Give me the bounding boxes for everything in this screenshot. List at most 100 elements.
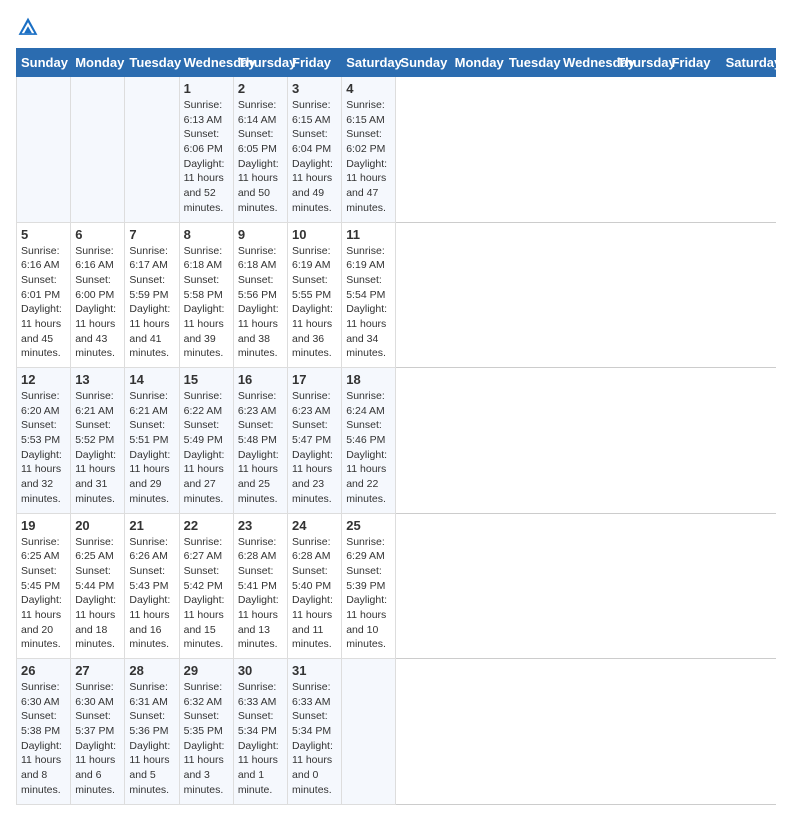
day-info-line: Daylight: 11 hours [238, 302, 283, 331]
day-info-line: and 11 minutes. [292, 623, 337, 652]
day-info-line: Sunset: 5:45 PM [21, 564, 66, 593]
day-info-line: Sunset: 5:35 PM [184, 709, 229, 738]
day-info-line: Sunrise: 6:19 AM [346, 244, 391, 273]
calendar-cell: 21Sunrise: 6:26 AMSunset: 5:43 PMDayligh… [125, 513, 179, 659]
logo [16, 16, 39, 36]
day-info-line: Sunset: 5:44 PM [75, 564, 120, 593]
calendar-cell: 2Sunrise: 6:14 AMSunset: 6:05 PMDaylight… [233, 77, 287, 223]
day-info-line: Sunset: 6:01 PM [21, 273, 66, 302]
page-header [16, 16, 776, 36]
day-info-line: Sunrise: 6:16 AM [21, 244, 66, 273]
day-info-line: and 38 minutes. [238, 332, 283, 361]
calendar-cell: 9Sunrise: 6:18 AMSunset: 5:56 PMDaylight… [233, 222, 287, 368]
day-info-line: and 36 minutes. [292, 332, 337, 361]
day-info-line: and 15 minutes. [184, 623, 229, 652]
day-info-line: and 3 minutes. [184, 768, 229, 797]
header-thursday: Thursday [233, 49, 287, 77]
calendar-cell: 13Sunrise: 6:21 AMSunset: 5:52 PMDayligh… [71, 368, 125, 514]
calendar-cell: 19Sunrise: 6:25 AMSunset: 5:45 PMDayligh… [17, 513, 71, 659]
day-info-line: Sunset: 5:36 PM [129, 709, 174, 738]
calendar-week-row: 5Sunrise: 6:16 AMSunset: 6:01 PMDaylight… [17, 222, 776, 368]
header-sunday: Sunday [17, 49, 71, 77]
calendar-cell: 11Sunrise: 6:19 AMSunset: 5:54 PMDayligh… [342, 222, 396, 368]
calendar-cell: 7Sunrise: 6:17 AMSunset: 5:59 PMDaylight… [125, 222, 179, 368]
calendar-cell: 1Sunrise: 6:13 AMSunset: 6:06 PMDaylight… [179, 77, 233, 223]
day-info-line: Daylight: 11 hours [346, 448, 391, 477]
day-info-line: and 1 minute. [238, 768, 283, 797]
calendar-cell: 25Sunrise: 6:29 AMSunset: 5:39 PMDayligh… [342, 513, 396, 659]
day-info-line: Sunrise: 6:26 AM [129, 535, 174, 564]
day-info-line: Sunrise: 6:25 AM [75, 535, 120, 564]
day-info-line: and 47 minutes. [346, 186, 391, 215]
day-info-line: Daylight: 11 hours [292, 593, 337, 622]
day-info-line: Daylight: 11 hours [292, 739, 337, 768]
day-number: 4 [346, 81, 391, 96]
day-info-line: Sunrise: 6:30 AM [21, 680, 66, 709]
day-info-line: Sunrise: 6:28 AM [292, 535, 337, 564]
day-number: 7 [129, 227, 174, 242]
day-info-line: Sunset: 5:55 PM [292, 273, 337, 302]
day-info-line: Sunrise: 6:13 AM [184, 98, 229, 127]
day-number: 16 [238, 372, 283, 387]
day-number: 9 [238, 227, 283, 242]
day-info-line: Sunrise: 6:16 AM [75, 244, 120, 273]
day-info-line: Daylight: 11 hours [238, 593, 283, 622]
day-number: 5 [21, 227, 66, 242]
day-info-line: Daylight: 11 hours [129, 593, 174, 622]
day-info-line: Daylight: 11 hours [75, 593, 120, 622]
day-info-line: Sunset: 5:34 PM [238, 709, 283, 738]
day-info-line: Daylight: 11 hours [21, 593, 66, 622]
header-tuesday: Tuesday [125, 49, 179, 77]
day-info-line: Sunrise: 6:30 AM [75, 680, 120, 709]
day-info-line: Sunrise: 6:19 AM [292, 244, 337, 273]
day-info-line: Daylight: 11 hours [184, 157, 229, 186]
day-info-line: Sunset: 5:51 PM [129, 418, 174, 447]
day-info-line: Daylight: 11 hours [292, 448, 337, 477]
day-info-line: Sunrise: 6:23 AM [238, 389, 283, 418]
day-info-line: Daylight: 11 hours [21, 448, 66, 477]
day-info-line: Sunset: 5:48 PM [238, 418, 283, 447]
calendar-week-row: 19Sunrise: 6:25 AMSunset: 5:45 PMDayligh… [17, 513, 776, 659]
day-info-line: Sunset: 6:02 PM [346, 127, 391, 156]
day-info-line: and 13 minutes. [238, 623, 283, 652]
calendar-cell: 26Sunrise: 6:30 AMSunset: 5:38 PMDayligh… [17, 659, 71, 805]
day-info-line: Daylight: 11 hours [292, 157, 337, 186]
day-info-line: Daylight: 11 hours [184, 448, 229, 477]
day-info-line: and 45 minutes. [21, 332, 66, 361]
day-info-line: Daylight: 11 hours [238, 157, 283, 186]
day-info-line: Sunset: 5:59 PM [129, 273, 174, 302]
day-info-line: and 43 minutes. [75, 332, 120, 361]
header-col-tuesday: Tuesday [504, 49, 558, 77]
day-number: 18 [346, 372, 391, 387]
day-number: 29 [184, 663, 229, 678]
day-number: 28 [129, 663, 174, 678]
day-number: 24 [292, 518, 337, 533]
day-number: 23 [238, 518, 283, 533]
day-info-line: and 22 minutes. [346, 477, 391, 506]
calendar-cell: 27Sunrise: 6:30 AMSunset: 5:37 PMDayligh… [71, 659, 125, 805]
calendar-cell: 30Sunrise: 6:33 AMSunset: 5:34 PMDayligh… [233, 659, 287, 805]
calendar-header-row: SundayMondayTuesdayWednesdayThursdayFrid… [17, 49, 776, 77]
day-info-line: and 49 minutes. [292, 186, 337, 215]
day-number: 1 [184, 81, 229, 96]
header-col-saturday: Saturday [721, 49, 775, 77]
day-number: 8 [184, 227, 229, 242]
day-info-line: Daylight: 11 hours [184, 302, 229, 331]
day-number: 11 [346, 227, 391, 242]
day-info-line: Sunrise: 6:21 AM [75, 389, 120, 418]
day-info-line: Sunset: 5:34 PM [292, 709, 337, 738]
calendar-cell: 4Sunrise: 6:15 AMSunset: 6:02 PMDaylight… [342, 77, 396, 223]
day-info-line: Daylight: 11 hours [129, 302, 174, 331]
calendar-cell: 22Sunrise: 6:27 AMSunset: 5:42 PMDayligh… [179, 513, 233, 659]
day-info-line: Sunrise: 6:29 AM [346, 535, 391, 564]
calendar-cell: 28Sunrise: 6:31 AMSunset: 5:36 PMDayligh… [125, 659, 179, 805]
calendar-cell: 8Sunrise: 6:18 AMSunset: 5:58 PMDaylight… [179, 222, 233, 368]
day-info-line: Sunset: 6:05 PM [238, 127, 283, 156]
day-info-line: Sunrise: 6:25 AM [21, 535, 66, 564]
calendar-cell: 3Sunrise: 6:15 AMSunset: 6:04 PMDaylight… [288, 77, 342, 223]
calendar-cell [17, 77, 71, 223]
day-info-line: Sunrise: 6:27 AM [184, 535, 229, 564]
day-info-line: Sunrise: 6:21 AM [129, 389, 174, 418]
day-info-line: Daylight: 11 hours [184, 593, 229, 622]
day-info-line: Sunrise: 6:22 AM [184, 389, 229, 418]
